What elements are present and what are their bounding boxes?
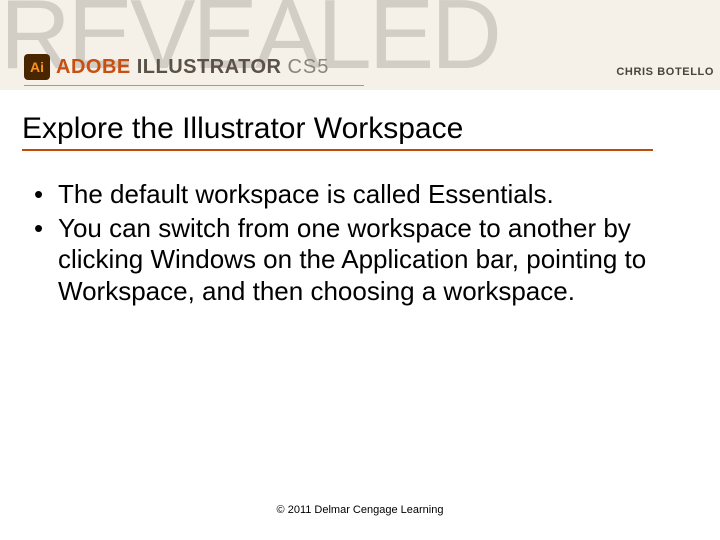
banner-divider bbox=[24, 85, 364, 86]
bullet-list: The default workspace is called Essentia… bbox=[22, 179, 692, 308]
slide-heading: Explore the Illustrator Workspace bbox=[22, 112, 653, 151]
banner: REVEALED Ai ADOBE ILLUSTRATOR CS5 CHRIS … bbox=[0, 0, 720, 90]
brand-product: ILLUSTRATOR bbox=[137, 56, 282, 79]
list-item: You can switch from one workspace to ano… bbox=[58, 213, 692, 308]
list-item: The default workspace is called Essentia… bbox=[58, 179, 692, 211]
brand-adobe: ADOBE bbox=[56, 56, 131, 79]
slide-content: Explore the Illustrator Workspace The de… bbox=[0, 90, 720, 308]
brand-line: Ai ADOBE ILLUSTRATOR CS5 bbox=[24, 54, 329, 80]
copyright-footer: © 2011 Delmar Cengage Learning bbox=[0, 504, 720, 516]
author-name: CHRIS BOTELLO bbox=[616, 66, 714, 78]
brand-version: CS5 bbox=[287, 56, 329, 79]
illustrator-logo-icon: Ai bbox=[24, 54, 50, 80]
